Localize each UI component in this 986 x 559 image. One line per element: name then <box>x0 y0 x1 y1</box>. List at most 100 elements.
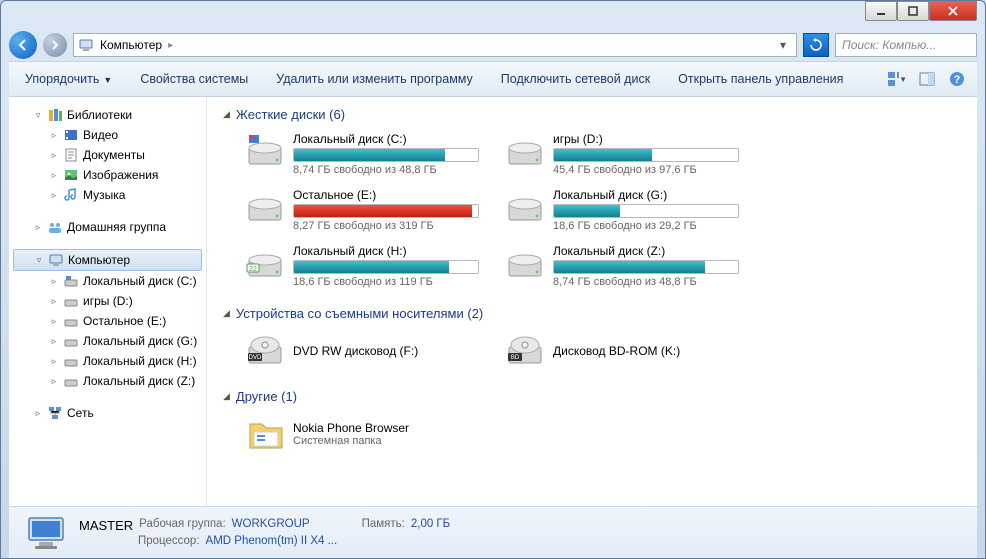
uninstall-button[interactable]: Удалить или изменить программу <box>270 68 479 90</box>
section-hdd[interactable]: ◢Жесткие диски (6) <box>223 107 961 122</box>
breadcrumb-location[interactable]: Компьютер <box>100 38 162 52</box>
help-icon[interactable]: ? <box>947 69 967 89</box>
drive-icon <box>63 293 79 309</box>
drive-item[interactable]: Локальный диск (G:) 18,6 ГБ свободно из 2… <box>501 184 749 236</box>
details-pane: MASTER Рабочая группа: WORKGROUP Память:… <box>9 506 977 558</box>
drive-icon <box>505 132 545 172</box>
organize-menu[interactable]: Упорядочить▼ <box>19 68 118 90</box>
drive-status: 8,74 ГБ свободно из 48,8 ГБ <box>553 276 745 288</box>
details-workgroup-label: Рабочая группа: <box>139 518 225 533</box>
drive-status: 8,74 ГБ свободно из 48,8 ГБ <box>293 164 485 176</box>
drive-status: 8,27 ГБ свободно из 319 ГБ <box>293 220 485 232</box>
drive-usage-bar <box>293 260 479 274</box>
sidebar-music[interactable]: ▹Музыка <box>9 185 206 205</box>
other-item[interactable]: Nokia Phone BrowserСистемная папка <box>241 410 489 458</box>
details-name: MASTER <box>79 518 133 533</box>
search-input[interactable]: Поиск: Компью... <box>835 33 977 57</box>
network-icon <box>47 405 63 421</box>
removable-item[interactable]: BD Дисковод BD-ROM (K:) <box>501 327 749 375</box>
homegroup-icon <box>47 219 63 235</box>
drive-icon <box>63 273 79 289</box>
sidebar-homegroup[interactable]: ▹Домашняя группа <box>9 217 206 237</box>
svg-text:22: 22 <box>249 266 257 273</box>
drive-name: Локальный диск (G:) <box>553 188 745 202</box>
section-removable[interactable]: ◢Устройства со съемными носителями (2) <box>223 306 961 321</box>
device-name: Дисковод BD-ROM (K:) <box>553 344 680 358</box>
drive-name: Локальный диск (C:) <box>293 132 485 146</box>
drive-status: 18,6 ГБ свободно из 119 ГБ <box>293 276 485 288</box>
preview-pane-icon[interactable] <box>917 69 937 89</box>
svg-text:DVD: DVD <box>249 355 262 361</box>
svg-text:BD: BD <box>511 355 520 361</box>
close-button[interactable] <box>929 1 977 21</box>
drive-item[interactable]: Локальный диск (C:) 8,74 ГБ свободно из 4… <box>241 128 489 180</box>
sidebar-disk-h[interactable]: ▹Локальный диск (H:) <box>9 351 206 371</box>
sidebar-video[interactable]: ▹Видео <box>9 125 206 145</box>
drive-usage-bar <box>553 204 739 218</box>
forward-button[interactable] <box>43 33 67 57</box>
drive-item[interactable]: Локальный диск (Z:) 8,74 ГБ свободно из 4… <box>501 240 749 292</box>
search-placeholder: Поиск: Компью... <box>842 38 936 52</box>
video-icon <box>63 127 79 143</box>
titlebar <box>1 1 985 29</box>
drive-name: Остальное (E:) <box>293 188 485 202</box>
item-name: Nokia Phone Browser <box>293 421 409 435</box>
computer-icon <box>78 37 94 53</box>
drive-icon <box>505 244 545 284</box>
control-panel-button[interactable]: Открыть панель управления <box>672 68 849 90</box>
details-processor-label: Процессор: <box>138 535 200 547</box>
sidebar-disk-e[interactable]: ▹Остальное (E:) <box>9 311 206 331</box>
breadcrumb-separator[interactable]: ▸ <box>168 40 173 51</box>
command-bar: Упорядочить▼ Свойства системы Удалить ил… <box>9 61 977 97</box>
back-button[interactable] <box>9 31 37 59</box>
sidebar-pictures[interactable]: ▹Изображения <box>9 165 206 185</box>
drive-name: Локальный диск (H:) <box>293 244 485 258</box>
drive-usage-bar <box>293 204 479 218</box>
map-drive-button[interactable]: Подключить сетевой диск <box>495 68 656 90</box>
drive-item[interactable]: Остальное (E:) 8,27 ГБ свободно из 319 ГБ <box>241 184 489 236</box>
view-menu-icon[interactable]: ▼ <box>887 69 907 89</box>
details-workgroup: WORKGROUP <box>232 518 310 533</box>
drive-icon <box>505 188 545 228</box>
sidebar-libraries[interactable]: ▿Библиотеки <box>9 105 206 125</box>
drive-status: 18,6 ГБ свободно из 29,2 ГБ <box>553 220 745 232</box>
navigation-pane: ▿Библиотеки ▹Видео ▹Документы ▹Изображен… <box>9 97 207 506</box>
drive-item[interactable]: игры (D:) 45,4 ГБ свободно из 97,6 ГБ <box>501 128 749 180</box>
optical-drive-icon: BD <box>505 331 545 371</box>
drive-name: игры (D:) <box>553 132 745 146</box>
section-other[interactable]: ◢Другие (1) <box>223 389 961 404</box>
drive-item[interactable]: 22 Локальный диск (H:) 18,6 ГБ свободно из… <box>241 240 489 292</box>
pictures-icon <box>63 167 79 183</box>
address-dropdown[interactable]: ▾ <box>774 38 792 52</box>
sidebar-computer[interactable]: ▿Компьютер <box>13 249 202 271</box>
drive-usage-bar <box>293 148 479 162</box>
drive-status: 45,4 ГБ свободно из 97,6 ГБ <box>553 164 745 176</box>
sidebar-disk-d[interactable]: ▹игры (D:) <box>9 291 206 311</box>
svg-text:?: ? <box>954 74 961 86</box>
sidebar-disk-c[interactable]: ▹Локальный диск (C:) <box>9 271 206 291</box>
refresh-button[interactable] <box>803 33 829 57</box>
system-properties-button[interactable]: Свойства системы <box>134 68 254 90</box>
maximize-button[interactable] <box>897 1 929 21</box>
sidebar-documents[interactable]: ▹Документы <box>9 145 206 165</box>
details-memory: 2,00 ГБ <box>411 518 450 533</box>
drive-usage-bar <box>553 148 739 162</box>
removable-item[interactable]: DVDDVD RW дисковод (F:) <box>241 327 489 375</box>
documents-icon <box>63 147 79 163</box>
drive-icon <box>245 132 285 172</box>
sidebar-network[interactable]: ▹Сеть <box>9 403 206 423</box>
computer-icon <box>48 252 64 268</box>
address-bar[interactable]: Компьютер ▸ ▾ <box>73 33 797 57</box>
drive-icon: 22 <box>245 244 285 284</box>
drive-icon <box>245 188 285 228</box>
minimize-button[interactable] <box>865 1 897 21</box>
drive-name: Локальный диск (Z:) <box>553 244 745 258</box>
sidebar-disk-z[interactable]: ▹Локальный диск (Z:) <box>9 371 206 391</box>
drive-icon <box>63 333 79 349</box>
sidebar-disk-g[interactable]: ▹Локальный диск (G:) <box>9 331 206 351</box>
drive-icon <box>63 353 79 369</box>
drive-icon <box>63 373 79 389</box>
details-memory-label: Память: <box>362 518 405 533</box>
nav-row: Компьютер ▸ ▾ Поиск: Компью... <box>1 29 985 61</box>
drive-usage-bar <box>553 260 739 274</box>
